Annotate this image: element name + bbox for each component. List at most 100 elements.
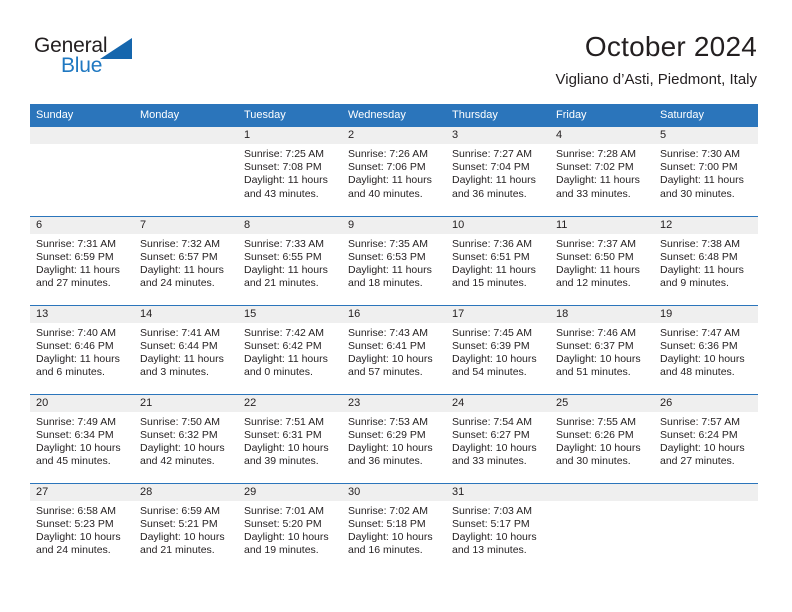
calendar-day-cell[interactable]: 17 Sunrise: 7:45 AM Sunset: 6:39 PM Dayligh… xyxy=(446,304,550,394)
sunrise-time: Sunrise: 7:49 AM xyxy=(36,415,116,428)
sunset-time: Sunset: 7:00 PM xyxy=(660,161,738,174)
day-sun-info: Sunrise: 6:59 AM Sunset: 5:21 PM Daylight:… xyxy=(134,501,238,558)
weekday-header-wednesday: Wednesday xyxy=(342,104,446,127)
day-sun-info: Sunrise: 7:03 AM Sunset: 5:17 PM Daylight:… xyxy=(446,501,550,558)
calendar-day-cell[interactable]: 25 Sunrise: 7:55 AM Sunset: 6:26 PM Dayligh… xyxy=(550,393,654,483)
sunset-time: Sunset: 6:36 PM xyxy=(660,339,738,352)
calendar-day-cell[interactable]: 4 Sunrise: 7:28 AM Sunset: 7:02 PM Daylight… xyxy=(550,127,654,216)
calendar-day-cell[interactable]: 31 Sunrise: 7:03 AM Sunset: 5:17 PM Dayligh… xyxy=(446,482,550,572)
daylight-duration-line1: Daylight: 11 hours xyxy=(556,174,640,187)
calendar-day-cell[interactable]: 7 Sunrise: 7:32 AM Sunset: 6:57 PM Daylight… xyxy=(134,215,238,305)
calendar-day-cell[interactable]: 27 Sunrise: 6:58 AM Sunset: 5:23 PM Dayligh… xyxy=(30,482,134,572)
day-number xyxy=(134,127,238,144)
daylight-duration-line1: Daylight: 11 hours xyxy=(36,263,120,276)
day-number: 10 xyxy=(446,216,550,234)
day-sun-info: Sunrise: 7:54 AM Sunset: 6:27 PM Daylight:… xyxy=(446,412,550,469)
daylight-duration-line1: Daylight: 10 hours xyxy=(348,530,433,543)
sunset-time: Sunset: 6:50 PM xyxy=(556,250,634,263)
daylight-duration-line1: Daylight: 11 hours xyxy=(244,352,328,365)
sunset-time: Sunset: 6:37 PM xyxy=(556,339,634,352)
day-number: 24 xyxy=(446,394,550,412)
sunrise-time: Sunrise: 7:38 AM xyxy=(660,237,740,250)
daylight-duration-line2: and 16 minutes. xyxy=(348,544,423,557)
daylight-duration-line1: Daylight: 11 hours xyxy=(556,263,640,276)
day-number: 28 xyxy=(134,483,238,501)
calendar-day-cell[interactable]: 26 Sunrise: 7:57 AM Sunset: 6:24 PM Dayligh… xyxy=(654,393,758,483)
daylight-duration-line1: Daylight: 10 hours xyxy=(36,441,121,454)
daylight-duration-line2: and 21 minutes. xyxy=(140,544,215,557)
daylight-duration-line1: Daylight: 11 hours xyxy=(348,263,432,276)
sunset-time: Sunset: 6:29 PM xyxy=(348,428,426,441)
day-sun-info: Sunrise: 7:53 AM Sunset: 6:29 PM Daylight:… xyxy=(342,412,446,469)
daylight-duration-line1: Daylight: 10 hours xyxy=(244,441,329,454)
sunrise-time: Sunrise: 6:58 AM xyxy=(36,504,116,517)
daylight-duration-line2: and 40 minutes. xyxy=(348,187,423,200)
calendar-day-cell[interactable]: 12 Sunrise: 7:38 AM Sunset: 6:48 PM Dayligh… xyxy=(654,215,758,305)
sunrise-time: Sunrise: 7:27 AM xyxy=(452,148,532,160)
daylight-duration-line2: and 36 minutes. xyxy=(452,187,527,200)
sunset-time: Sunset: 5:18 PM xyxy=(348,517,426,530)
calendar-day-cell[interactable]: 28 Sunrise: 6:59 AM Sunset: 5:21 PM Dayligh… xyxy=(134,482,238,572)
daylight-duration-line1: Daylight: 11 hours xyxy=(140,263,224,276)
calendar-week-row: 27 Sunrise: 6:58 AM Sunset: 5:23 PM Dayligh… xyxy=(30,482,758,572)
calendar-day-cell[interactable]: 2 Sunrise: 7:26 AM Sunset: 7:06 PM Daylight… xyxy=(342,127,446,216)
daylight-duration-line1: Daylight: 11 hours xyxy=(660,263,744,276)
calendar-day-cell[interactable]: 15 Sunrise: 7:42 AM Sunset: 6:42 PM Dayligh… xyxy=(238,304,342,394)
calendar-day-cell[interactable]: 22 Sunrise: 7:51 AM Sunset: 6:31 PM Dayligh… xyxy=(238,393,342,483)
calendar-day-cell[interactable]: 30 Sunrise: 7:02 AM Sunset: 5:18 PM Dayligh… xyxy=(342,482,446,572)
sunset-time: Sunset: 5:20 PM xyxy=(244,517,322,530)
sunrise-time: Sunrise: 7:50 AM xyxy=(140,415,220,428)
weekday-header-monday: Monday xyxy=(134,104,238,127)
calendar-day-cell[interactable]: 5 Sunrise: 7:30 AM Sunset: 7:00 PM Daylight… xyxy=(654,127,758,216)
calendar-day-cell[interactable]: 10 Sunrise: 7:36 AM Sunset: 6:51 PM Dayligh… xyxy=(446,215,550,305)
daylight-duration-line1: Daylight: 10 hours xyxy=(140,530,225,543)
calendar-day-cell[interactable]: 9 Sunrise: 7:35 AM Sunset: 6:53 PM Daylight… xyxy=(342,215,446,305)
sunrise-time: Sunrise: 7:30 AM xyxy=(660,148,740,160)
daylight-duration-line1: Daylight: 10 hours xyxy=(452,530,537,543)
calendar-day-cell[interactable]: 16 Sunrise: 7:43 AM Sunset: 6:41 PM Dayligh… xyxy=(342,304,446,394)
day-number xyxy=(30,127,134,144)
daylight-duration-line2: and 19 minutes. xyxy=(244,544,319,557)
day-number: 12 xyxy=(654,216,758,234)
calendar-day-cell[interactable]: 20 Sunrise: 7:49 AM Sunset: 6:34 PM Dayligh… xyxy=(30,393,134,483)
calendar-day-cell[interactable]: 13 Sunrise: 7:40 AM Sunset: 6:46 PM Dayligh… xyxy=(30,304,134,394)
day-number: 5 xyxy=(654,127,758,144)
calendar-day-cell[interactable]: 8 Sunrise: 7:33 AM Sunset: 6:55 PM Daylight… xyxy=(238,215,342,305)
day-number: 11 xyxy=(550,216,654,234)
daylight-duration-line2: and 43 minutes. xyxy=(244,187,319,200)
daylight-duration-line2: and 27 minutes. xyxy=(36,277,111,290)
day-sun-info: Sunrise: 7:46 AM Sunset: 6:37 PM Daylight:… xyxy=(550,323,654,380)
sunset-time: Sunset: 6:26 PM xyxy=(556,428,634,441)
calendar-day-cell-empty xyxy=(550,482,654,572)
calendar-day-cell[interactable]: 29 Sunrise: 7:01 AM Sunset: 5:20 PM Dayligh… xyxy=(238,482,342,572)
sunset-time: Sunset: 7:02 PM xyxy=(556,161,634,174)
day-number: 6 xyxy=(30,216,134,234)
calendar-day-cell[interactable]: 19 Sunrise: 7:47 AM Sunset: 6:36 PM Dayligh… xyxy=(654,304,758,394)
day-number: 9 xyxy=(342,216,446,234)
day-number: 8 xyxy=(238,216,342,234)
calendar-day-cell[interactable]: 21 Sunrise: 7:50 AM Sunset: 6:32 PM Dayligh… xyxy=(134,393,238,483)
calendar-day-cell[interactable]: 6 Sunrise: 7:31 AM Sunset: 6:59 PM Daylight… xyxy=(30,215,134,305)
daylight-duration-line1: Daylight: 10 hours xyxy=(452,441,537,454)
day-sun-info: Sunrise: 7:33 AM Sunset: 6:55 PM Daylight:… xyxy=(238,234,342,291)
title-block: October 2024 Vigliano d’Asti, Piedmont, … xyxy=(556,30,758,89)
daylight-duration-line2: and 30 minutes. xyxy=(660,187,735,200)
calendar-day-cell[interactable]: 24 Sunrise: 7:54 AM Sunset: 6:27 PM Dayligh… xyxy=(446,393,550,483)
calendar-day-cell[interactable]: 1 Sunrise: 7:25 AM Sunset: 7:08 PM Daylight… xyxy=(238,127,342,216)
daylight-duration-line1: Daylight: 10 hours xyxy=(348,441,433,454)
calendar-day-cell[interactable]: 23 Sunrise: 7:53 AM Sunset: 6:29 PM Dayligh… xyxy=(342,393,446,483)
daylight-duration-line1: Daylight: 10 hours xyxy=(556,352,641,365)
day-number: 17 xyxy=(446,305,550,323)
calendar-day-cell[interactable]: 3 Sunrise: 7:27 AM Sunset: 7:04 PM Daylight… xyxy=(446,127,550,216)
general-blue-logo[interactable]: General Blue xyxy=(34,34,144,82)
day-number: 16 xyxy=(342,305,446,323)
daylight-duration-line1: Daylight: 11 hours xyxy=(660,174,744,187)
calendar-day-cell[interactable]: 14 Sunrise: 7:41 AM Sunset: 6:44 PM Dayligh… xyxy=(134,304,238,394)
day-sun-info: Sunrise: 7:30 AM Sunset: 7:00 PM Daylight:… xyxy=(654,144,758,201)
calendar-day-cell[interactable]: 11 Sunrise: 7:37 AM Sunset: 6:50 PM Dayligh… xyxy=(550,215,654,305)
day-number: 22 xyxy=(238,394,342,412)
sunrise-time: Sunrise: 7:37 AM xyxy=(556,237,636,250)
day-sun-info: Sunrise: 7:45 AM Sunset: 6:39 PM Daylight:… xyxy=(446,323,550,380)
calendar-day-cell[interactable]: 18 Sunrise: 7:46 AM Sunset: 6:37 PM Dayligh… xyxy=(550,304,654,394)
sunset-time: Sunset: 5:23 PM xyxy=(36,517,114,530)
